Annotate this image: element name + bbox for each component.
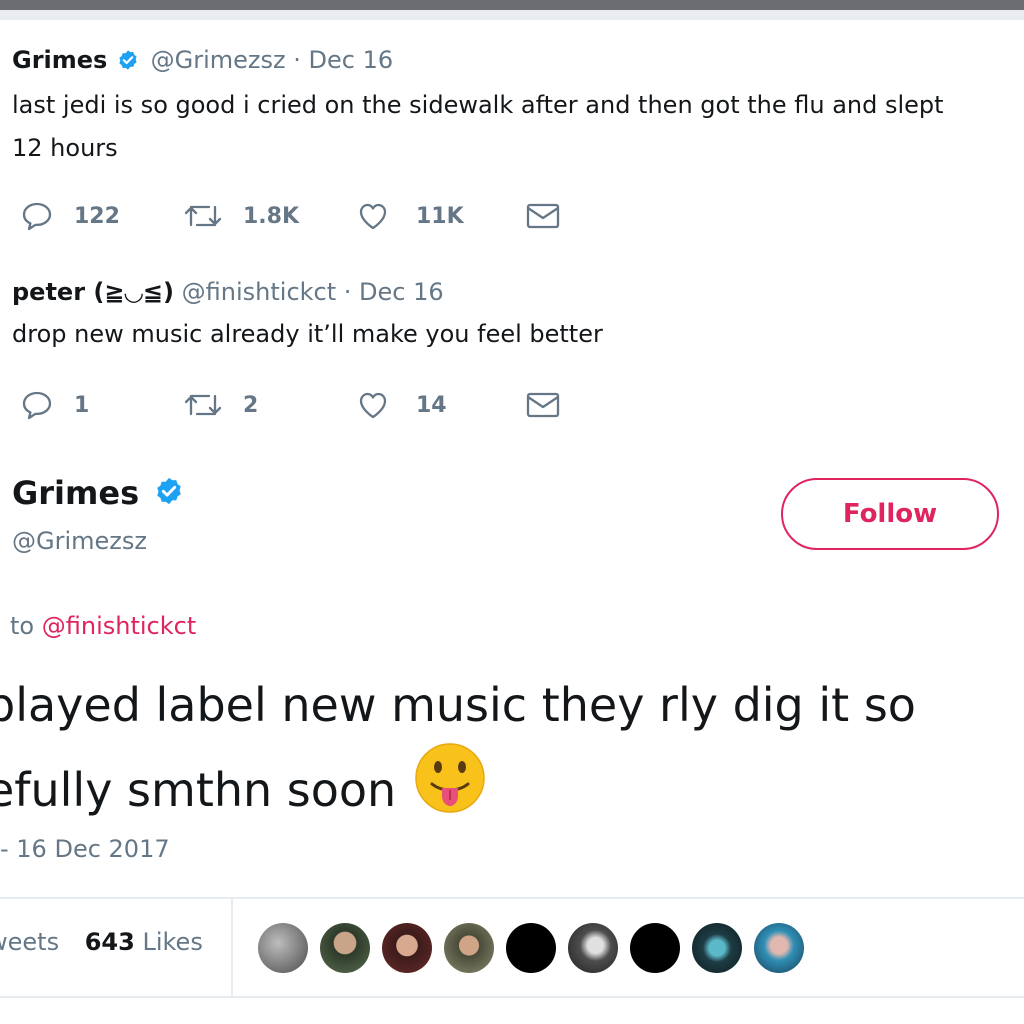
avatar[interactable] <box>754 923 804 973</box>
retweets-label[interactable]: weets <box>0 928 59 956</box>
tweet-date[interactable]: · Dec 16 <box>293 46 393 74</box>
retweet-count: 1.8K <box>243 203 300 229</box>
tweet-actions: 122 1.8K 11K <box>0 196 700 236</box>
tweet-text-line: 12 hours <box>12 134 118 162</box>
retweet-icon <box>185 201 221 231</box>
likes-count[interactable]: 643 <box>85 928 135 956</box>
retweet-count: 2 <box>243 392 259 418</box>
like-button[interactable]: 11K <box>356 196 464 236</box>
follow-button[interactable]: Follow <box>781 478 999 550</box>
main-tweet-text-line: played label new music they rly dig it s… <box>0 678 916 732</box>
retweet-icon <box>185 390 221 420</box>
tweet-timestamp[interactable]: - 16 Dec 2017 <box>0 835 170 863</box>
envelope-icon <box>526 201 560 231</box>
like-button[interactable]: 14 <box>356 385 447 425</box>
author-handle[interactable]: @finishtickct <box>182 278 337 306</box>
author-name[interactable]: Grimes <box>12 46 107 74</box>
tweet-actions: 1 2 14 <box>0 385 700 425</box>
avatar[interactable] <box>320 923 370 973</box>
main-tweet-text-line-2: efully smthn soon <box>0 742 486 828</box>
reply-mention-link[interactable]: @finishtickct <box>42 612 197 640</box>
tweet-text-line: drop new music already it’ll make you fe… <box>12 320 603 348</box>
tweet-date[interactable]: · Dec 16 <box>344 278 444 306</box>
like-count: 11K <box>416 203 464 229</box>
avatar[interactable] <box>630 923 680 973</box>
browser-top-bar <box>0 0 1024 10</box>
stats-divider-bottom <box>0 996 1024 998</box>
tweet-text: last jedi is so good i cried on the side… <box>12 84 944 170</box>
tweet-text: drop new music already it’ll make you fe… <box>12 313 603 356</box>
main-author-name-text[interactable]: Grimes <box>12 474 139 512</box>
main-tweet-text-line: efully smthn soon <box>0 763 397 817</box>
avatar[interactable] <box>692 923 742 973</box>
avatar[interactable] <box>568 923 618 973</box>
verified-badge-icon <box>154 476 184 514</box>
verified-badge-icon <box>117 49 139 77</box>
reply-prefix: to <box>10 612 35 640</box>
retweet-button[interactable]: 2 <box>185 385 258 425</box>
reply-button[interactable]: 1 <box>20 385 89 425</box>
tweet-text-line: last jedi is so good i cried on the side… <box>12 91 944 119</box>
envelope-icon <box>526 390 560 420</box>
direct-message-button[interactable] <box>526 196 560 236</box>
tweet-stats: weets 643 Likes <box>0 928 203 956</box>
author-name[interactable]: peter (≧◡≦) <box>12 278 174 306</box>
avatar[interactable] <box>444 923 494 973</box>
like-count: 14 <box>416 392 447 418</box>
main-author-handle[interactable]: @Grimezsz <box>12 527 147 555</box>
likes-label[interactable]: Likes <box>142 928 202 956</box>
tweet-header: Grimes @Grimezsz · Dec 16 <box>12 46 393 77</box>
reply-count: 1 <box>74 392 90 418</box>
main-author-name[interactable]: Grimes <box>12 474 188 514</box>
heart-icon <box>356 200 390 232</box>
heart-icon <box>356 389 390 421</box>
tweet-header: peter (≧◡≦) @finishtickct · Dec 16 <box>12 278 444 306</box>
reply-count: 122 <box>74 203 120 229</box>
reply-button[interactable]: 122 <box>20 196 120 236</box>
replying-to: to @finishtickct <box>10 612 196 640</box>
stats-separator <box>231 898 233 996</box>
reply-icon <box>20 389 54 421</box>
stats-divider-top <box>0 897 1024 899</box>
reply-icon <box>20 200 54 232</box>
retweet-button[interactable]: 1.8K <box>185 196 299 236</box>
author-handle[interactable]: @Grimezsz <box>151 46 286 74</box>
direct-message-button[interactable] <box>526 385 560 425</box>
top-bar-shadow <box>0 10 1024 20</box>
tongue-out-emoji-icon <box>414 742 486 828</box>
avatar[interactable] <box>258 923 308 973</box>
avatar[interactable] <box>506 923 556 973</box>
avatar[interactable] <box>382 923 432 973</box>
liker-avatars <box>258 923 804 973</box>
